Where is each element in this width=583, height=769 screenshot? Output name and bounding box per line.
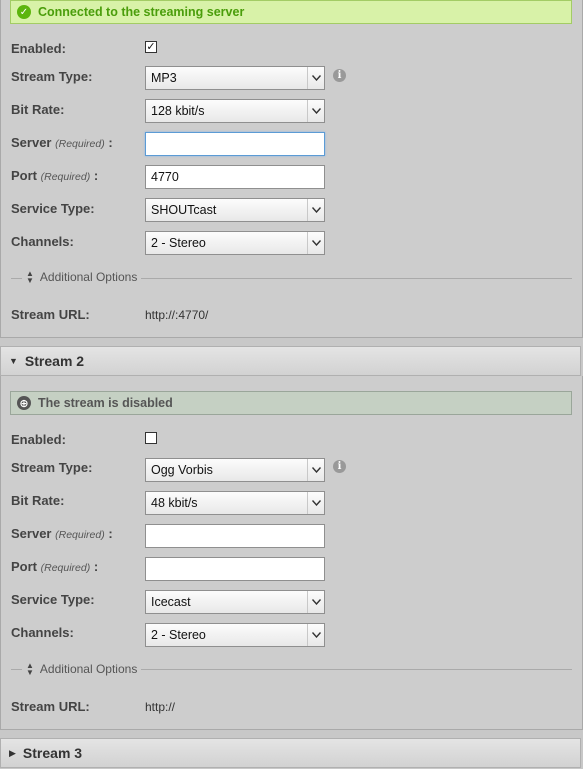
- enabled-checkbox[interactable]: ✓: [145, 41, 157, 53]
- label-colon: :: [93, 559, 99, 574]
- stream-type-value: MP3: [151, 71, 177, 85]
- enabled-label: Enabled:: [11, 41, 66, 56]
- service-type-select[interactable]: Icecast: [145, 590, 325, 614]
- additional-options-toggle[interactable]: ▲ ▼ Additional Options: [22, 269, 142, 285]
- disabled-plug-icon: ⊕: [17, 396, 31, 410]
- bit-rate-label: Bit Rate:: [11, 102, 65, 117]
- required-hint: (Required): [55, 138, 105, 150]
- label-colon: :: [108, 526, 113, 541]
- bit-rate-select[interactable]: 48 kbit/s: [145, 491, 325, 515]
- enabled-label: Enabled:: [11, 432, 66, 447]
- chevron-down-icon: [307, 624, 324, 646]
- chevron-down-icon: [307, 459, 324, 481]
- channels-select[interactable]: 2 - Stereo: [145, 623, 325, 647]
- port-label-text: Port: [11, 168, 37, 183]
- chevron-down-icon: [307, 492, 324, 514]
- stream-2-header[interactable]: ▼ Stream 2: [0, 346, 581, 376]
- additional-options-toggle[interactable]: ▲ ▼ Additional Options: [22, 661, 142, 677]
- service-type-value: Icecast: [151, 595, 191, 609]
- chevron-down-icon: [307, 199, 324, 221]
- stream-3-title: Stream 3: [22, 745, 83, 761]
- additional-options-label: Additional Options: [39, 270, 138, 284]
- collapsed-triangle-icon: ▶: [9, 747, 16, 758]
- chevron-down-icon: [307, 232, 324, 254]
- stream-1-panel: ✓ Connected to the streaming server Enab…: [0, 0, 583, 338]
- stream-url-value: http://: [145, 700, 176, 714]
- port-label: Port (Required) :: [11, 559, 98, 574]
- info-icon[interactable]: i: [333, 460, 346, 473]
- server-label-text: Server: [11, 526, 52, 541]
- service-type-label: Service Type:: [11, 201, 95, 216]
- port-label-text: Port: [11, 559, 37, 574]
- label-colon: :: [93, 168, 99, 183]
- required-hint: (Required): [40, 171, 91, 183]
- stream-url-value: http://:4770/: [145, 308, 209, 322]
- stream-2-title: Stream 2: [24, 353, 85, 369]
- stream-url-label: Stream URL:: [11, 699, 90, 714]
- port-label: Port (Required) :: [11, 168, 98, 183]
- port-value: 4770: [151, 170, 179, 184]
- port-input[interactable]: [145, 557, 325, 581]
- server-input[interactable]: [145, 524, 325, 548]
- bit-rate-select[interactable]: 128 kbit/s: [145, 99, 325, 123]
- server-label: Server (Required) :: [11, 135, 113, 150]
- expand-collapse-icon: ▲ ▼: [26, 269, 34, 285]
- bit-rate-value: 48 kbit/s: [151, 496, 198, 510]
- stream-type-label: Stream Type:: [11, 69, 93, 84]
- label-colon: :: [108, 135, 113, 150]
- service-type-label: Service Type:: [11, 592, 95, 607]
- connection-status-banner: ✓ Connected to the streaming server: [10, 0, 572, 24]
- channels-label: Channels:: [11, 234, 74, 249]
- enabled-checkbox[interactable]: [145, 432, 157, 444]
- additional-options-label: Additional Options: [39, 662, 138, 676]
- chevron-down-icon: [307, 100, 324, 122]
- info-icon[interactable]: i: [333, 69, 346, 82]
- status-text: Connected to the streaming server: [38, 5, 245, 19]
- server-label: Server (Required) :: [11, 526, 113, 541]
- chevron-down-icon: [307, 591, 324, 613]
- server-label-text: Server: [11, 135, 52, 150]
- disabled-status-banner: ⊕ The stream is disabled: [10, 391, 572, 415]
- channels-value: 2 - Stereo: [151, 628, 206, 642]
- channels-label: Channels:: [11, 625, 74, 640]
- service-type-value: SHOUTcast: [151, 203, 217, 217]
- stream-3-header[interactable]: ▶ Stream 3: [0, 738, 581, 768]
- stream-type-label: Stream Type:: [11, 460, 93, 475]
- stream-2-panel: ⊕ The stream is disabled Enabled: Stream…: [0, 376, 583, 730]
- stream-type-select[interactable]: Ogg Vorbis: [145, 458, 325, 482]
- bit-rate-value: 128 kbit/s: [151, 104, 205, 118]
- required-hint: (Required): [55, 529, 105, 541]
- expanded-triangle-icon: ▼: [9, 356, 18, 366]
- expand-collapse-icon: ▲ ▼: [26, 661, 34, 677]
- required-hint: (Required): [40, 562, 91, 574]
- channels-value: 2 - Stereo: [151, 236, 206, 250]
- chevron-down-icon: [307, 67, 324, 89]
- server-input[interactable]: [145, 132, 325, 156]
- channels-select[interactable]: 2 - Stereo: [145, 231, 325, 255]
- service-type-select[interactable]: SHOUTcast: [145, 198, 325, 222]
- stream-type-select[interactable]: MP3: [145, 66, 325, 90]
- port-input[interactable]: 4770: [145, 165, 325, 189]
- stream-url-label: Stream URL:: [11, 307, 90, 322]
- success-check-icon: ✓: [17, 5, 31, 19]
- checkbox-check-icon: ✓: [146, 40, 156, 53]
- bit-rate-label: Bit Rate:: [11, 493, 65, 508]
- status-text: The stream is disabled: [38, 396, 173, 410]
- stream-type-value: Ogg Vorbis: [151, 463, 213, 477]
